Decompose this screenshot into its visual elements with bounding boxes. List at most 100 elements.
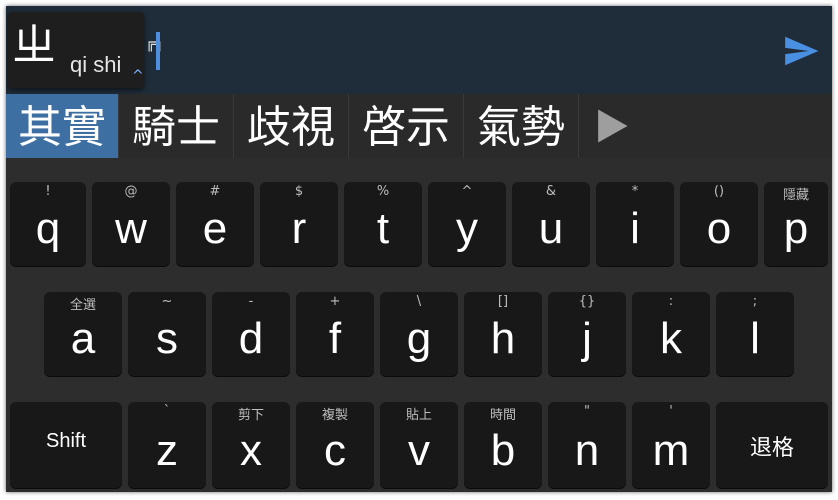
candidate-bar: 其實 騎士 歧視 啓示 氣勢 xyxy=(6,94,832,158)
key-label: a xyxy=(70,314,96,363)
key-label: q xyxy=(35,204,61,253)
key-q[interactable]: ! q xyxy=(10,182,86,266)
key-h[interactable]: [] h xyxy=(464,292,542,376)
send-icon xyxy=(785,36,819,66)
key-hint: - xyxy=(248,294,254,309)
key-label: y xyxy=(456,204,478,253)
key-l[interactable]: ; l xyxy=(716,292,794,376)
key-hint: ; xyxy=(752,294,758,309)
key-label: h xyxy=(490,314,516,363)
key-m[interactable]: ' m xyxy=(632,402,710,488)
key-label: j xyxy=(582,314,592,363)
ime-screen: ㄓ qi shi ^ ╔╗ 其實 騎士 歧視 啓示 氣勢 ! q @ w # e $ r… xyxy=(6,6,832,492)
key-hint: 隱藏 xyxy=(782,188,809,203)
play-right-icon xyxy=(598,109,628,143)
send-button[interactable] xyxy=(780,30,822,72)
key-hint: % xyxy=(376,184,390,199)
key-label: d xyxy=(238,314,264,363)
key-label: n xyxy=(574,426,600,475)
key-c[interactable]: 複製 c xyxy=(296,402,374,488)
key-label: w xyxy=(115,204,147,253)
key-hint: ` xyxy=(163,404,171,419)
key-hint: 複製 xyxy=(321,408,348,423)
key-hint: & xyxy=(545,184,557,199)
key-hint: " xyxy=(584,404,590,419)
key-f[interactable]: + f xyxy=(296,292,374,376)
key-label: g xyxy=(406,314,432,363)
zhuyin-composition: ㄓ xyxy=(12,20,56,71)
key-d[interactable]: -d xyxy=(212,292,290,376)
key-v[interactable]: 貼上 v xyxy=(380,402,458,488)
key-label: p xyxy=(783,204,809,253)
key-label: c xyxy=(324,426,346,475)
key-hint: ! xyxy=(45,184,51,199)
key-hint: # xyxy=(209,184,221,199)
key-hint: $ xyxy=(294,184,304,199)
key-u[interactable]: & u xyxy=(512,182,590,266)
key-p[interactable]: 隱藏 p xyxy=(764,182,828,266)
key-hint: \ xyxy=(416,294,422,309)
key-y[interactable]: ^ y xyxy=(428,182,506,266)
key-s[interactable]: ~ s xyxy=(128,292,206,376)
key-e[interactable]: # e xyxy=(176,182,254,266)
key-g[interactable]: \ g xyxy=(380,292,458,376)
key-a[interactable]: 全選 a xyxy=(44,292,122,376)
key-hint: ^ xyxy=(461,184,473,199)
key-label: v xyxy=(408,426,430,475)
key-o[interactable]: () o xyxy=(680,182,758,266)
key-label: t xyxy=(376,204,390,253)
key-x[interactable]: 剪下 x xyxy=(212,402,290,488)
key-w[interactable]: @ w xyxy=(92,182,170,266)
key-hint: * xyxy=(631,184,639,199)
key-hint: [] xyxy=(497,294,509,309)
key-hint: {} xyxy=(578,294,596,309)
key-t[interactable]: % t xyxy=(344,182,422,266)
key-j[interactable]: {} j xyxy=(548,292,626,376)
shift-key[interactable]: Shift xyxy=(10,402,122,488)
key-r[interactable]: $ r xyxy=(260,182,338,266)
candidate-item[interactable]: 啓示 xyxy=(349,94,464,158)
caret-indicator: ^ xyxy=(132,68,144,84)
keyboard: ! q @ w # e $ r % t ^ y & u * i () o 隱藏 p 全選 a ~ s -… xyxy=(6,158,832,492)
text-cursor xyxy=(156,32,160,70)
more-candidates-button[interactable] xyxy=(579,94,643,158)
key-label: e xyxy=(202,204,228,253)
key-label: b xyxy=(490,426,516,475)
key-hint: + xyxy=(329,294,341,309)
key-n[interactable]: " n xyxy=(548,402,626,488)
key-label: m xyxy=(652,426,690,475)
candidate-item[interactable]: 氣勢 xyxy=(464,94,579,158)
key-hint: @ xyxy=(124,184,138,199)
key-label: r xyxy=(291,204,307,253)
key-label: s xyxy=(156,314,178,363)
candidate-item[interactable]: 騎士 xyxy=(119,94,234,158)
key-label: o xyxy=(706,204,732,253)
key-hint: 全選 xyxy=(69,298,96,313)
key-hint: 時間 xyxy=(489,408,516,423)
key-label: 退格 xyxy=(749,436,794,461)
key-label: Shift xyxy=(45,430,87,452)
key-label: i xyxy=(630,204,640,253)
key-label: u xyxy=(538,204,564,253)
key-label: z xyxy=(156,426,178,475)
key-label: l xyxy=(750,314,760,363)
typed-text: ╔╗ xyxy=(146,36,163,52)
key-label: f xyxy=(328,314,342,363)
key-hint: ~ xyxy=(161,294,173,309)
composition-popup: ㄓ qi shi ^ xyxy=(8,12,144,88)
candidate-item[interactable]: 歧視 xyxy=(234,94,349,158)
key-label: x xyxy=(240,426,262,475)
text-input-bar[interactable]: ㄓ qi shi ^ ╔╗ xyxy=(6,6,832,94)
key-z[interactable]: ` z xyxy=(128,402,206,488)
key-k[interactable]: :k xyxy=(632,292,710,376)
key-hint: : xyxy=(668,294,674,309)
pinyin-reading: qi shi xyxy=(70,52,122,77)
key-hint: ' xyxy=(669,404,673,419)
backspace-key[interactable]: 退格 xyxy=(716,402,828,488)
key-hint: () xyxy=(713,184,725,199)
key-hint: 貼上 xyxy=(405,408,432,423)
candidate-item[interactable]: 其實 xyxy=(6,94,119,158)
key-b[interactable]: 時間 b xyxy=(464,402,542,488)
key-hint: 剪下 xyxy=(237,408,264,423)
key-i[interactable]: * i xyxy=(596,182,674,266)
